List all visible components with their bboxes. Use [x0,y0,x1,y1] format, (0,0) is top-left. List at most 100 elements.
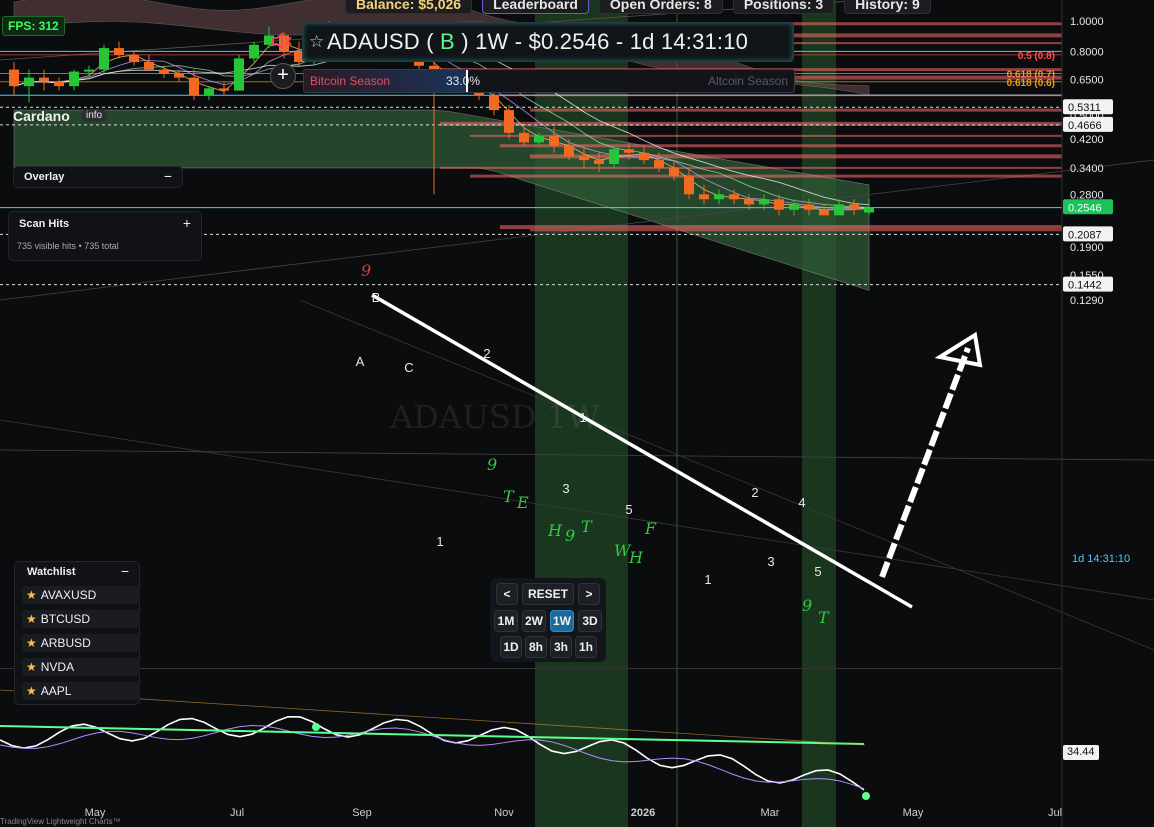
interval-1h-button[interactable]: 1h [575,636,597,658]
range-1m-button[interactable]: 1M [494,610,518,632]
candle-body [114,48,124,55]
candle-body [174,73,184,78]
watchlist-item[interactable]: ★ ARBUSD [22,634,140,652]
info-badge[interactable]: info [81,109,108,122]
range-2w-button[interactable]: 2W [522,610,546,632]
candle-body [99,48,109,70]
td-sequential-label: 9 [565,526,575,545]
time-axis-label: May [903,807,924,819]
elliott-wave-label: C [404,360,413,375]
candle-body [714,194,724,200]
pane-divider [0,668,1062,669]
elliott-wave-label: 3 [767,554,774,569]
candle-body [219,88,229,91]
watchlist-title: Watchlist [27,566,76,578]
price-tag-label: 0.2546 [1068,202,1102,214]
candle-body [579,156,589,161]
candle-body [39,77,49,82]
price-axis-label: 0.4200 [1070,134,1104,146]
elliott-wave-label: 4 [798,495,805,510]
interval-1d-button[interactable]: 1D [500,636,522,658]
interval-3h-button[interactable]: 3h [550,636,572,658]
candle-body [204,88,214,96]
candle-body [639,152,649,161]
leaderboard-tab[interactable]: Leaderboard [482,0,589,14]
td-sequential-label: E [516,493,529,512]
candle-body [684,176,694,195]
price-tag-label: 0.1442 [1068,280,1102,292]
season-marker [466,70,468,92]
chart-watermark: ADAUSD 1W [389,398,600,436]
chart-attribution: TradingView Lightweight Charts™ [0,817,121,826]
td-sequential-label: T [503,487,515,506]
watchlist-item[interactable]: ★ BTCUSD [22,610,140,628]
elliott-wave-label: A [356,354,365,369]
overlay-collapse-button[interactable]: − [164,168,172,184]
price-axis-label: 1.0000 [1070,16,1104,28]
season-meter: Bitcoin Season 33.0% Altcoin Season [303,69,795,93]
time-axis-label: Nov [494,807,514,819]
elliott-wave-label: 5 [814,564,821,579]
watchlist-symbol: ARBUSD [40,636,91,650]
candle-body [534,135,544,143]
positions-tab[interactable]: Positions: 3 [732,0,835,14]
td-sequential-label: H [628,548,644,567]
scan-hits-expand-button[interactable]: + [183,215,191,231]
interval-8h-button[interactable]: 8h [525,636,547,658]
watchlist-symbol: NVDA [40,660,75,674]
elliott-wave-label: 5 [625,502,632,517]
next-button[interactable]: > [578,583,600,605]
candle-body [24,77,34,87]
time-axis-label: Mar [761,807,780,819]
time-axis-label: Jul [230,807,244,819]
candle-body [129,54,139,63]
candle-body [564,145,574,157]
candle-body [864,207,874,213]
altcoin-season-label: Altcoin Season [707,74,788,88]
candle-body [54,81,64,87]
candle-body [804,204,814,210]
range-3d-button[interactable]: 3D [578,610,602,632]
watchlist-item[interactable]: ★ AVAXUSD [22,586,140,604]
overlay-panel: Overlay − [13,166,183,188]
candle-body [234,58,244,91]
coin-name: Cardano [13,108,70,124]
candle-body [669,167,679,177]
history-tab[interactable]: History: 9 [844,0,931,14]
watchlist-symbol: BTCUSD [40,612,91,626]
fib-level-label: 0.5 (0.8) [1018,51,1055,62]
elliott-wave-label: B [372,290,381,305]
add-button[interactable]: + [270,63,296,89]
elliott-wave-label: 1 [436,534,443,549]
td-sequential-label: 9 [487,455,497,474]
star-icon[interactable]: ★ [26,588,37,602]
range-1w-button[interactable]: 1W [550,610,574,632]
star-icon[interactable]: ★ [26,684,37,698]
bitcoin-season-label: Bitcoin Season [310,74,391,88]
candle-countdown: 1d 14:31:10 [1072,553,1131,565]
oscillator-dot [862,792,870,800]
favorite-star-icon[interactable]: ☆ [309,32,324,52]
star-icon[interactable]: ★ [26,612,37,626]
balance-tab[interactable]: Balance: $5,026 [345,0,473,14]
price-axis-label: 0.8000 [1070,46,1104,58]
watchlist-item[interactable]: ★ AAPL [22,682,140,700]
star-icon[interactable]: ★ [26,636,37,650]
price-axis-label: 0.3400 [1070,163,1104,175]
price-chart[interactable]: 0.618 (2.0)0.236 (1.4)0.5 (0.8)0.618 (0.… [0,0,1154,827]
elliott-wave-label: 2 [483,346,490,361]
watchlist-collapse-button[interactable]: − [121,563,129,579]
prev-button[interactable]: < [496,583,518,605]
time-axis-label: 2026 [631,807,655,819]
candle-body [489,95,499,111]
watchlist-item[interactable]: ★ NVDA [22,658,140,676]
candle-body [834,204,844,216]
candle-body [84,69,94,72]
star-icon[interactable]: ★ [26,660,37,674]
reset-button[interactable]: RESET [522,583,574,605]
candle-body [69,71,79,87]
mute-icon[interactable] [270,30,296,52]
td-sequential-label: H [547,521,563,540]
open-orders-tab[interactable]: Open Orders: 8 [598,0,723,14]
watchlist-symbol: AAPL [40,684,72,698]
